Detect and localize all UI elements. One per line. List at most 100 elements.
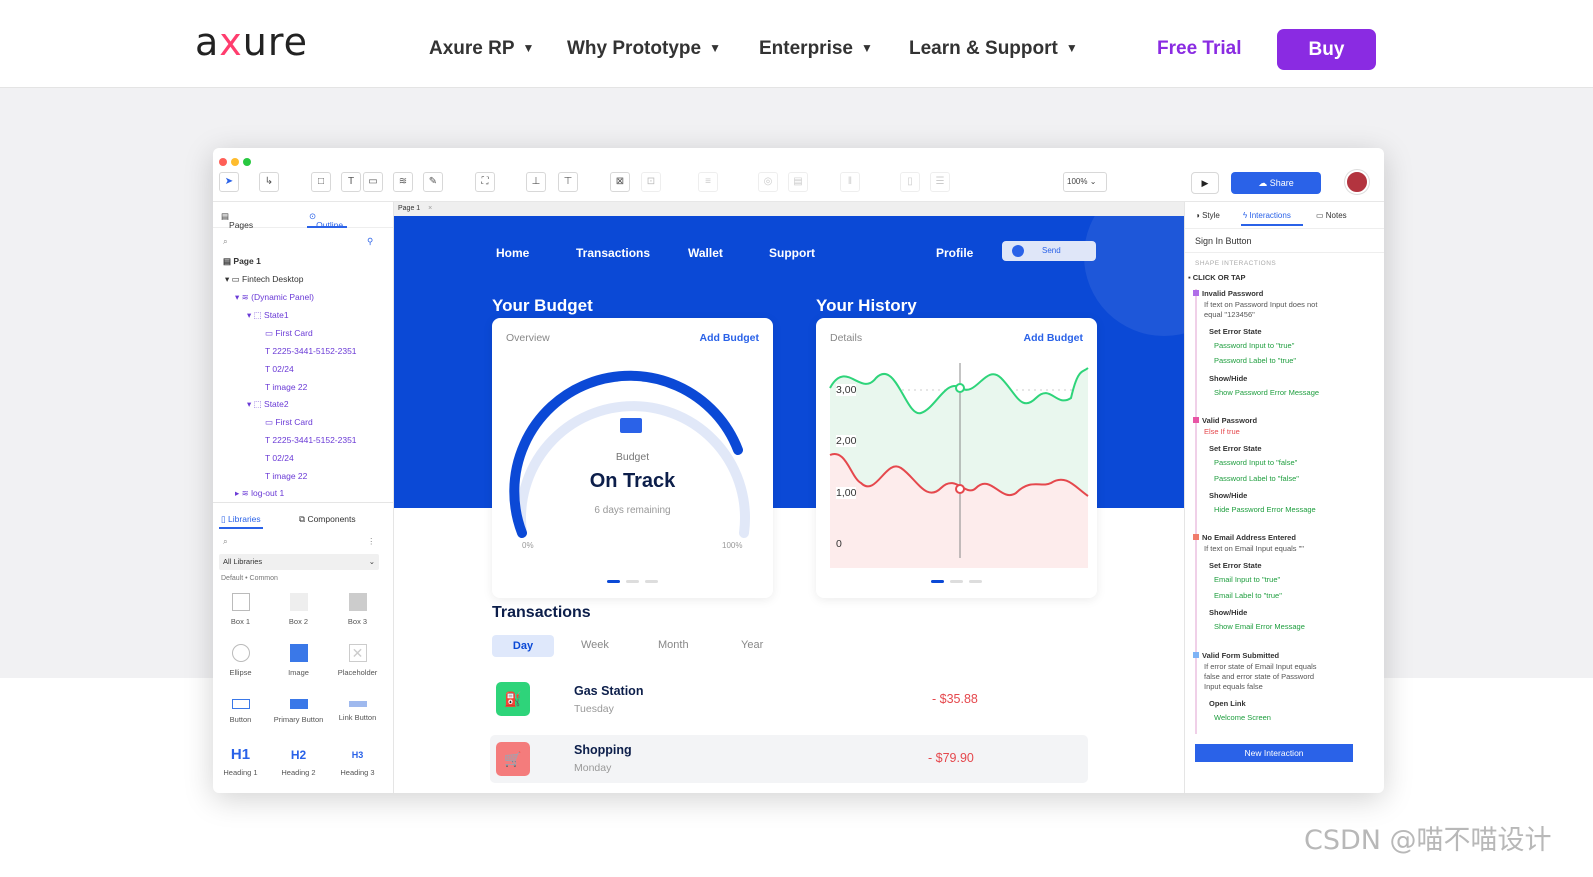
tab-components[interactable]: ⧉ Components <box>299 514 356 525</box>
period-week[interactable]: Week <box>581 639 609 651</box>
nav-home[interactable]: Home <box>496 246 529 260</box>
pager-dot[interactable] <box>626 580 639 583</box>
share-button[interactable]: ☁ Share <box>1231 172 1321 194</box>
action-title[interactable]: Show/Hide <box>1209 374 1247 383</box>
lib-heading-3[interactable]: H3 Heading 3 <box>330 746 385 777</box>
outline-item[interactable]: T 02/24 <box>265 364 294 374</box>
preview-button[interactable]: ▶ <box>1191 172 1219 194</box>
layers-tool-icon[interactable]: ≋ <box>393 172 413 192</box>
lib-box-3[interactable]: Box 3 <box>330 593 385 626</box>
outline-item[interactable]: T image 22 <box>265 471 307 481</box>
outline-item[interactable]: ▾ ⬚ State1 <box>247 310 289 321</box>
add-budget-link[interactable]: Add Budget <box>700 332 760 344</box>
menu-why-prototype[interactable]: Why Prototype ▼ <box>567 38 721 60</box>
close-tab-icon[interactable]: × <box>428 205 432 212</box>
lib-image[interactable]: Image <box>271 644 326 677</box>
menu-axure-rp[interactable]: Axure RP ▼ <box>429 38 534 60</box>
height-icon[interactable]: ☰ <box>930 172 950 192</box>
action-title[interactable]: Show/Hide <box>1209 491 1247 500</box>
nav-support[interactable]: Support <box>769 246 815 260</box>
ungroup-icon[interactable]: ⊡ <box>641 172 661 192</box>
close-dot-icon[interactable] <box>219 158 227 166</box>
period-month[interactable]: Month <box>658 639 689 651</box>
more-icon[interactable]: ⋮ <box>367 536 376 547</box>
case-valid-password[interactable]: Valid Password <box>1193 416 1257 425</box>
widget-tool-icon[interactable]: ▭ <box>363 172 383 192</box>
spacing-icon[interactable]: ‖ <box>840 172 860 192</box>
lib-primary-button[interactable]: Primary Button <box>271 695 326 724</box>
lib-box-2[interactable]: Box 2 <box>271 593 326 626</box>
selected-widget[interactable]: Sign In Button <box>1195 236 1252 246</box>
outline-item[interactable]: ▭ First Card <box>265 417 313 428</box>
rectangle-tool-icon[interactable]: □ <box>311 172 331 192</box>
align-top-icon[interactable]: ⊤ <box>558 172 578 192</box>
maximize-dot-icon[interactable] <box>243 158 251 166</box>
group-icon[interactable]: ⊠ <box>610 172 630 192</box>
pen-tool-icon[interactable]: ✎ <box>423 172 443 192</box>
outline-item[interactable]: T 02/24 <box>265 453 294 463</box>
add-budget-link[interactable]: Add Budget <box>1024 332 1084 344</box>
outline-search-icon[interactable]: ⌕ <box>223 236 228 247</box>
pager-dot[interactable] <box>969 580 982 583</box>
lib-heading-2[interactable]: H2 Heading 2 <box>271 746 326 777</box>
tab-pages[interactable]: ▤ Pages <box>221 211 253 230</box>
library-search-icon[interactable]: ⌕ <box>223 536 228 547</box>
outline-item[interactable]: ▾ ▭ Fintech Desktop <box>225 274 303 285</box>
distribute-icon[interactable]: ◎ <box>758 172 778 192</box>
event-click[interactable]: ▪ CLICK OR TAP <box>1188 273 1246 282</box>
select-tool-icon[interactable]: ➤ <box>219 172 239 192</box>
case-no-email[interactable]: No Email Address Entered <box>1193 533 1296 542</box>
lib-heading-1[interactable]: H1 Heading 1 <box>213 746 268 777</box>
tab-style[interactable]: ◑ Style <box>1195 211 1220 220</box>
frame-tool-icon[interactable]: ⛶ <box>475 172 495 192</box>
page-tab[interactable]: Page 1 × <box>394 202 1184 216</box>
tab-interactions[interactable]: ϟ Interactions <box>1243 211 1291 220</box>
pager-dot[interactable] <box>645 580 658 583</box>
transaction-row[interactable]: ⛽ Gas Station Tuesday - $35.88 <box>490 675 1088 723</box>
axure-logo[interactable]: axure <box>195 20 308 64</box>
new-interaction-button[interactable]: New Interaction <box>1195 744 1353 762</box>
menu-learn-support[interactable]: Learn & Support ▼ <box>909 38 1078 60</box>
nav-profile[interactable]: Profile <box>936 246 973 260</box>
action-title[interactable]: Show/Hide <box>1209 608 1247 617</box>
tab-outline[interactable]: ⊙ Outline <box>309 211 343 230</box>
outline-item[interactable]: ▭ First Card <box>265 328 313 339</box>
outline-item[interactable]: ▾ ≋ (Dynamic Panel) <box>235 292 314 303</box>
library-select[interactable]: All Libraries ⌄ <box>219 554 379 570</box>
arrange-icon[interactable]: ▤ <box>788 172 808 192</box>
outline-item[interactable]: T 2225-3441-5152-2351 <box>265 435 357 445</box>
pager-dot-active[interactable] <box>607 580 620 583</box>
outline-page[interactable]: ▤ Page 1 <box>223 256 261 267</box>
transaction-row[interactable]: 🛒 Shopping Monday - $79.90 <box>490 735 1088 783</box>
nav-transactions[interactable]: Transactions <box>576 246 650 260</box>
outline-item[interactable]: ▾ ⬚ State2 <box>247 399 289 410</box>
period-day[interactable]: Day <box>492 635 554 657</box>
lib-ellipse[interactable]: Ellipse <box>213 644 268 677</box>
design-canvas[interactable]: Page 1 × Home Transactions Wallet Suppor… <box>394 202 1184 793</box>
minimize-dot-icon[interactable] <box>231 158 239 166</box>
free-trial-link[interactable]: Free Trial <box>1157 38 1242 60</box>
align-icon[interactable]: ≡ <box>698 172 718 192</box>
action-title[interactable]: Set Error State <box>1209 561 1262 570</box>
nav-wallet[interactable]: Wallet <box>688 246 723 260</box>
align-bottom-icon[interactable]: ⊥ <box>526 172 546 192</box>
tab-libraries[interactable]: ▯ Libraries <box>221 514 261 525</box>
action-title[interactable]: Open Link <box>1209 699 1246 708</box>
zoom-select[interactable]: 100% ⌄ <box>1063 172 1107 192</box>
lib-placeholder[interactable]: ✕ Placeholder <box>330 644 385 677</box>
pager-dot[interactable] <box>950 580 963 583</box>
lib-box-1[interactable]: Box 1 <box>213 593 268 626</box>
menu-enterprise[interactable]: Enterprise ▼ <box>759 38 873 60</box>
text-tool-icon[interactable]: T <box>341 172 361 192</box>
pager-dot-active[interactable] <box>931 580 944 583</box>
width-icon[interactable]: ▯ <box>900 172 920 192</box>
case-valid-form[interactable]: Valid Form Submitted <box>1193 651 1279 660</box>
lib-link-button[interactable]: Link Button <box>330 695 385 722</box>
buy-button[interactable]: Buy <box>1277 29 1376 70</box>
action-title[interactable]: Set Error State <box>1209 444 1262 453</box>
lib-button[interactable]: Button <box>213 695 268 724</box>
filter-icon[interactable]: ⚲ <box>367 236 373 247</box>
send-button[interactable]: Send <box>1002 241 1096 261</box>
case-invalid-password[interactable]: Invalid Password <box>1193 289 1263 298</box>
user-avatar[interactable] <box>1345 170 1369 194</box>
